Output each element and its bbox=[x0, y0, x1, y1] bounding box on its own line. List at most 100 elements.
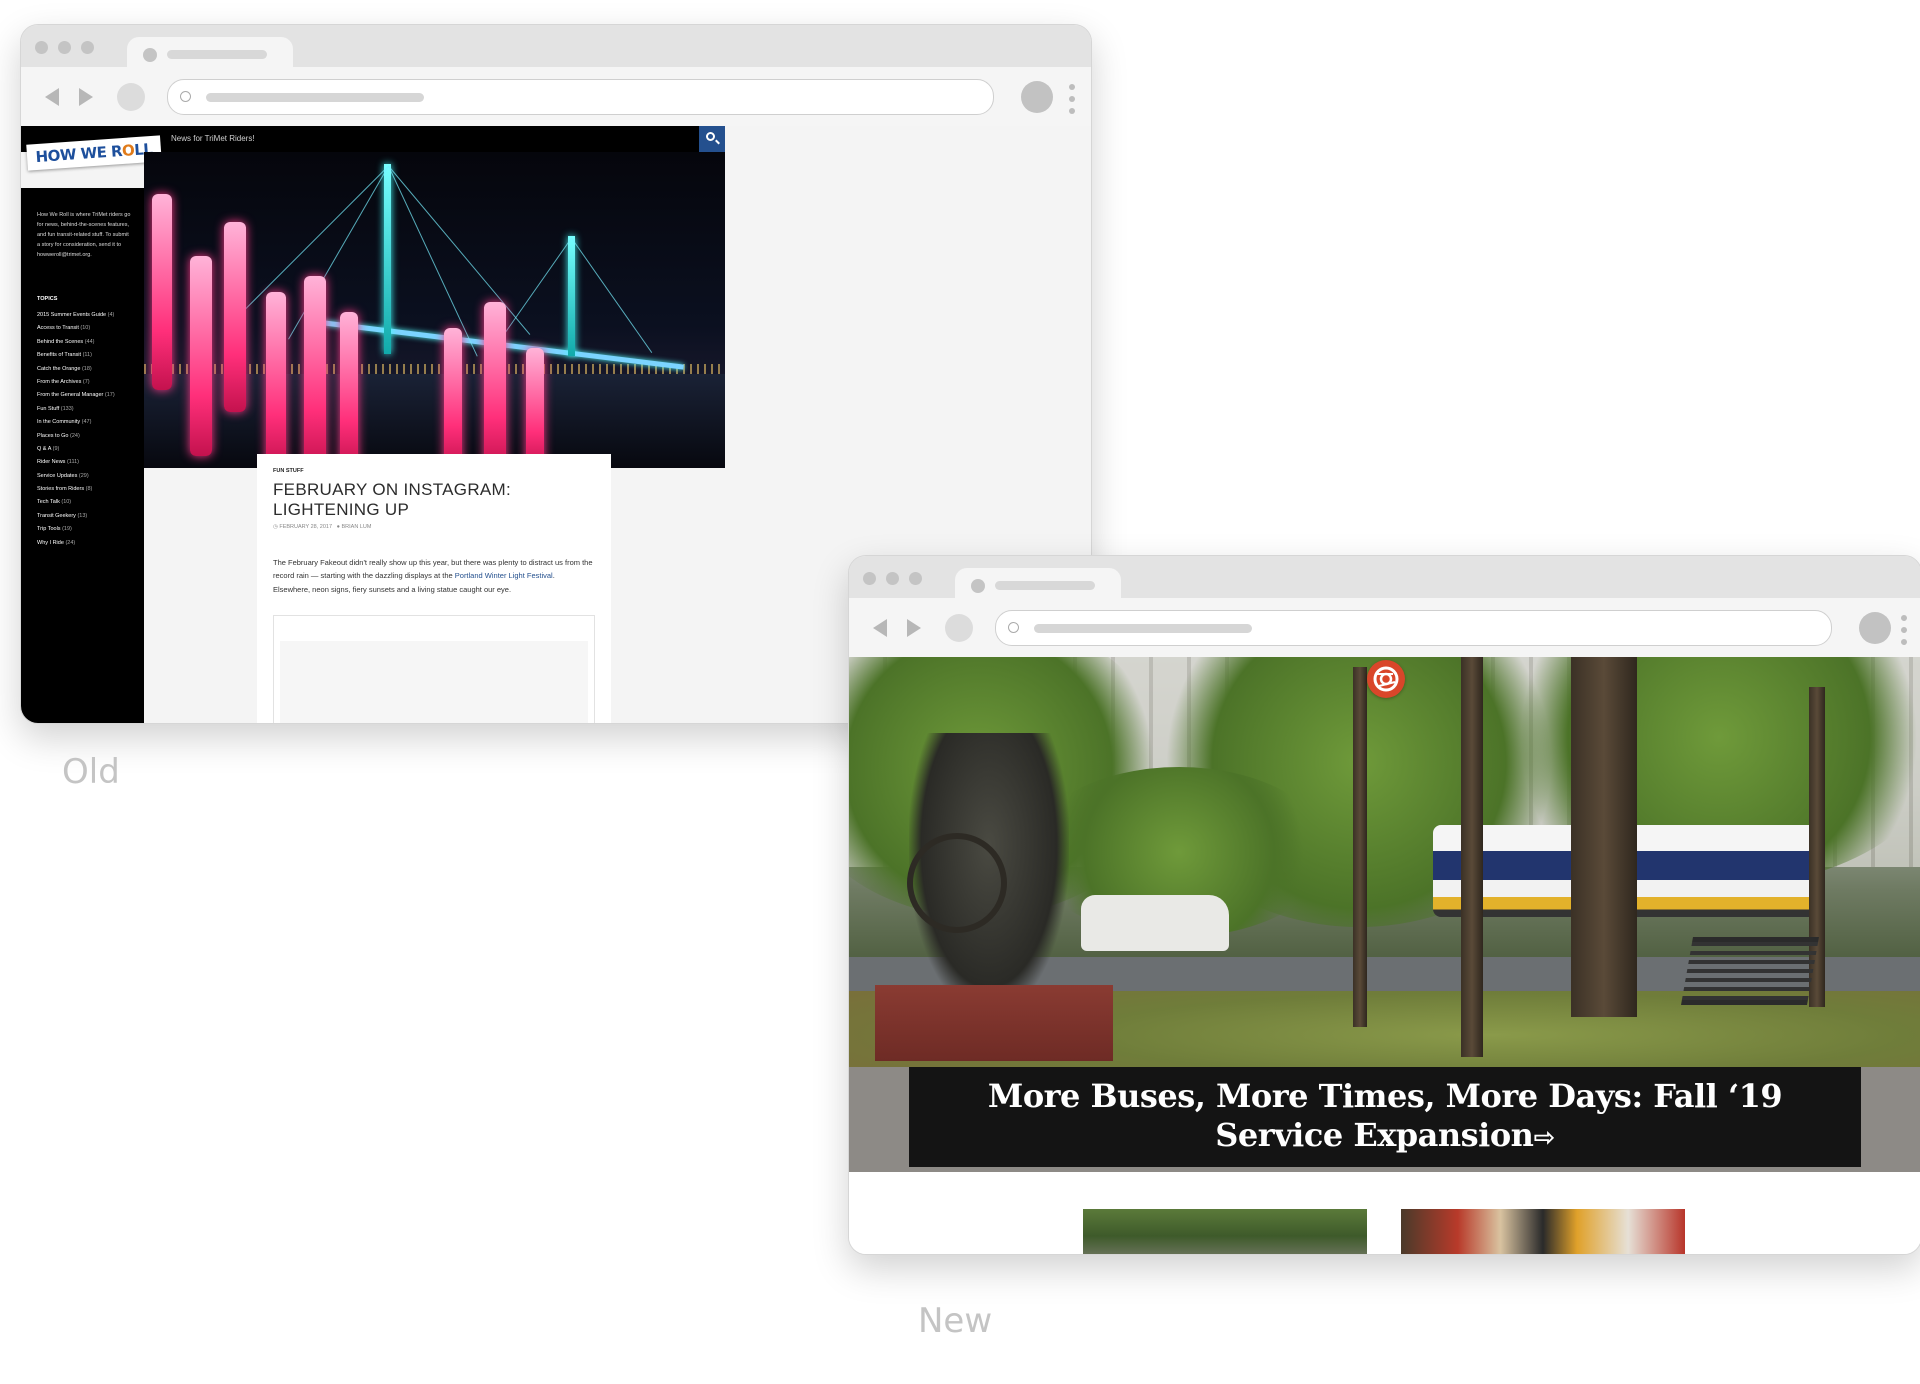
park-hero-image[interactable]: More Buses, More Times, More Days: Fall … bbox=[849, 657, 1920, 1172]
topic-count: (44) bbox=[84, 338, 95, 345]
search-button[interactable] bbox=[699, 126, 725, 152]
topic-count: (29) bbox=[78, 472, 89, 479]
reload-icon[interactable] bbox=[117, 83, 145, 111]
headline-banner[interactable]: More Buses, More Times, More Days: Fall … bbox=[909, 1067, 1861, 1167]
topic-count: (24) bbox=[70, 432, 80, 439]
arrow-right-icon: ⇨ bbox=[1533, 1122, 1555, 1153]
menu-kebab-icon[interactable] bbox=[1901, 615, 1907, 645]
topic-item[interactable]: Stories from Riders (8) bbox=[37, 486, 115, 499]
topic-item[interactable]: From the General Manager (17) bbox=[37, 392, 115, 405]
profile-avatar[interactable] bbox=[1021, 81, 1053, 113]
post-meta: ◷ FEBRUARY 28, 2017 ● BRIAN LUM bbox=[273, 524, 371, 530]
topic-count: (10) bbox=[80, 325, 91, 332]
trimet-logo-icon[interactable] bbox=[1367, 660, 1405, 698]
tab-strip bbox=[849, 556, 1920, 600]
window-maximize-dot[interactable] bbox=[909, 572, 922, 585]
topic-item[interactable]: Benefits of Transit (11) bbox=[37, 352, 115, 365]
site-info-icon[interactable] bbox=[1008, 622, 1019, 633]
window-maximize-dot[interactable] bbox=[81, 41, 94, 54]
topic-item[interactable]: Catch the Orange (18) bbox=[37, 366, 115, 379]
story-thumbnail[interactable] bbox=[1083, 1209, 1367, 1254]
topic-item[interactable]: Transit Geekery (13) bbox=[37, 513, 115, 526]
new-browser-window: More Buses, More Times, More Days: Fall … bbox=[848, 555, 1920, 1255]
topic-count: (111) bbox=[66, 459, 79, 466]
topic-item[interactable]: Q & A (9) bbox=[37, 446, 115, 459]
topic-count: (10) bbox=[61, 499, 72, 506]
headline-text: More Buses, More Times, More Days: Fall … bbox=[987, 1076, 1783, 1154]
menu-kebab-icon[interactable] bbox=[1069, 84, 1075, 114]
window-minimize-dot[interactable] bbox=[58, 41, 71, 54]
topic-name: Why I Ride bbox=[37, 539, 64, 546]
topic-count: (11) bbox=[82, 352, 92, 359]
window-controls bbox=[35, 41, 94, 54]
logo-wordmark: HOW WE ROLL bbox=[34, 139, 154, 167]
topic-name: Catch the Orange bbox=[37, 365, 81, 372]
tab-title-placeholder bbox=[995, 581, 1095, 590]
topic-name: Trip Tools bbox=[37, 526, 61, 533]
topic-count: (47) bbox=[81, 419, 92, 426]
forward-arrow-icon[interactable] bbox=[907, 619, 921, 637]
topic-name: Rider News bbox=[37, 459, 66, 466]
topic-item[interactable]: Behind the Scenes (44) bbox=[37, 339, 115, 352]
browser-toolbar bbox=[21, 67, 1091, 125]
post-category[interactable]: FUN STUFF bbox=[273, 468, 304, 474]
window-minimize-dot[interactable] bbox=[886, 572, 899, 585]
topic-item[interactable]: From the Archives (7) bbox=[37, 379, 115, 392]
url-placeholder bbox=[206, 93, 424, 102]
browser-tab[interactable] bbox=[127, 37, 293, 69]
topic-item[interactable]: Access to Transit (10) bbox=[37, 325, 115, 338]
topic-name: Stories from Riders bbox=[37, 486, 85, 493]
forward-arrow-icon[interactable] bbox=[79, 88, 93, 106]
new-caption: New bbox=[918, 1301, 993, 1341]
address-bar[interactable] bbox=[167, 79, 994, 115]
story-thumbnail[interactable] bbox=[1401, 1209, 1685, 1254]
post-date[interactable]: FEBRUARY 28, 2017 bbox=[279, 524, 332, 530]
clock-icon: ◷ bbox=[273, 524, 278, 530]
browser-tab[interactable] bbox=[955, 568, 1121, 600]
browser-toolbar bbox=[849, 598, 1920, 656]
topic-name: From the General Manager bbox=[37, 392, 104, 399]
post-author[interactable]: BRIAN LUM bbox=[342, 524, 372, 530]
profile-avatar[interactable] bbox=[1859, 612, 1891, 644]
topic-item[interactable]: In the Community (47) bbox=[37, 419, 115, 432]
window-controls bbox=[863, 572, 922, 585]
site-info-icon[interactable] bbox=[180, 91, 191, 102]
author-icon: ● bbox=[336, 524, 340, 530]
sidebar-about-text: How We Roll is where TriMet riders go fo… bbox=[37, 212, 131, 258]
festival-link[interactable]: Portland Winter Light Festival bbox=[455, 571, 553, 580]
topic-name: Places to Go bbox=[37, 432, 69, 439]
topic-item[interactable]: 2015 Summer Events Guide (4) bbox=[37, 312, 115, 325]
window-close-dot[interactable] bbox=[863, 572, 876, 585]
favicon-icon bbox=[971, 579, 985, 593]
reload-icon[interactable] bbox=[945, 614, 973, 642]
topic-name: Fun Stuff bbox=[37, 405, 60, 412]
topic-count: (24) bbox=[65, 539, 76, 546]
old-sidebar: How We Roll is where TriMet riders go fo… bbox=[21, 188, 144, 723]
topic-name: From the Archives bbox=[37, 378, 82, 385]
post-title[interactable]: FEBRUARY ON INSTAGRAM: LIGHTENING UP bbox=[273, 480, 573, 520]
topic-item[interactable]: Fun Stuff (133) bbox=[37, 406, 115, 419]
back-arrow-icon[interactable] bbox=[873, 619, 887, 637]
post-excerpt: The February Fakeout didn't really show … bbox=[273, 556, 593, 596]
topic-item[interactable]: Rider News (111) bbox=[37, 459, 115, 472]
hero-headline[interactable]: More Buses, More Times, More Days: Fall … bbox=[909, 1077, 1861, 1158]
topic-item[interactable]: Trip Tools (19) bbox=[37, 526, 115, 539]
tab-title-placeholder bbox=[167, 50, 267, 59]
topic-count: (13) bbox=[77, 512, 88, 519]
window-close-dot[interactable] bbox=[35, 41, 48, 54]
topic-item[interactable]: Service Updates (29) bbox=[37, 473, 115, 486]
topic-count: (133) bbox=[60, 405, 74, 412]
new-page-body bbox=[849, 1172, 1920, 1254]
topic-name: Access to Transit bbox=[37, 325, 79, 332]
topic-name: Transit Geekery bbox=[37, 512, 76, 519]
new-page-viewport: More Buses, More Times, More Days: Fall … bbox=[849, 657, 1920, 1254]
topic-item[interactable]: Places to Go (24) bbox=[37, 433, 115, 446]
search-icon bbox=[706, 132, 715, 141]
topic-item[interactable]: Tech Talk (10) bbox=[37, 499, 115, 512]
address-bar[interactable] bbox=[995, 610, 1832, 646]
topics-list: 2015 Summer Events Guide (4) Access to Tr… bbox=[37, 312, 115, 553]
old-post-card: FUN STUFF FEBRUARY ON INSTAGRAM: LIGHTEN… bbox=[257, 454, 611, 723]
topic-count: (9) bbox=[52, 445, 60, 452]
back-arrow-icon[interactable] bbox=[45, 88, 59, 106]
topic-item[interactable]: Why I Ride (24) bbox=[37, 540, 115, 553]
